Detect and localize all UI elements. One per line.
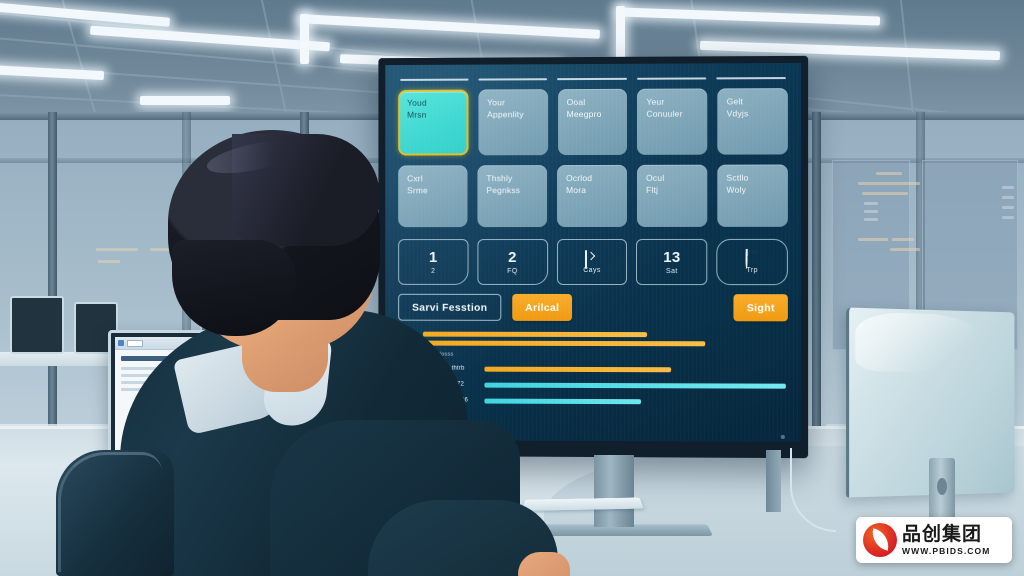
chart-row-track [484,398,785,404]
far-wall-text [892,238,914,241]
far-wall-text [858,238,888,241]
tile-label-line2: Conuuler [646,108,683,119]
brand-url: WWW.PBIDS.COM [902,545,991,556]
left-monitor [10,296,64,354]
dashboard-tile[interactable]: Yeur Conuuler [637,88,708,155]
dashboard-tile[interactable]: Ooal Meegpro [557,88,628,156]
far-wall-text [98,260,120,263]
frame-check-icon [585,249,598,269]
far-wall-text [862,192,908,195]
tile-label-line1: Sctllo [726,172,749,183]
far-wall-text [864,210,878,213]
tile-label-line2: Vdyjs [726,107,749,118]
tile-label-line1: Gelt [726,96,744,107]
secondary-action-button[interactable]: Sight [733,294,788,322]
ceiling-light [616,6,625,60]
chart-row-track [484,366,785,372]
window-mullion [812,112,821,442]
tile-label-line1: Yeur [646,96,665,107]
imac-stand-cutout [937,478,947,495]
tile-label-line1: Your [487,97,506,108]
tile-label-line2: Appenlity [487,108,524,119]
tile-label-line1: Ocrlod [566,172,593,184]
stat-label: Sat [666,267,678,275]
office-scene: Youd Mrsn Your Appenlity Ooal Meegpro Ye… [0,0,1024,576]
header-divider [478,78,548,81]
far-wall-text [890,248,920,251]
monitor-stand-neck [594,455,634,527]
chart-row-track [484,382,786,389]
tile-label-line1: Ocul [646,172,665,183]
tile-label-line1: Thshly [486,173,513,184]
stat-value: 2 [508,248,517,266]
tile-label-line2: Woly [726,184,747,195]
far-wall-text [864,218,878,221]
window-mullion [48,112,57,442]
far-wall-text [1002,206,1014,209]
dashboard-tile[interactable]: Your Appenlity [478,89,548,156]
stat-label: Trp [746,266,758,274]
hand [518,552,570,576]
stat-value: 13 [663,248,681,266]
primary-action-button[interactable]: Arilcal [512,293,573,321]
tile-label-line1: Ooal [566,97,586,108]
header-divider [636,77,707,80]
far-wall-text [1002,216,1014,219]
ceiling-light [140,96,230,105]
power-led-indicator [780,434,785,439]
far-wall-text [1002,186,1014,189]
left-desk [0,352,120,366]
stat-card[interactable]: Trp [716,238,788,286]
far-wall-text [876,172,902,175]
header-divider [557,77,627,81]
stat-label: FQ [507,267,518,275]
imac-highlight [855,311,980,373]
far-wall-text [864,202,878,205]
dashboard-tile[interactable]: Thshly Pegnkss [477,165,548,228]
far-wall-text [1002,196,1014,199]
chair-seam [58,452,162,572]
power-icon [745,249,759,269]
chart-caption: Precevlosss [421,352,786,359]
stat-card[interactable]: Cays [556,238,628,286]
chart-row-bar [484,398,641,404]
chart-row-bar [484,366,671,372]
leaf-logo-icon [863,523,897,557]
watermark-text: 品创集团 WWW.PBIDS.COM [902,522,991,556]
dashboard-tile[interactable]: Gelt Vdyjs [717,88,788,155]
chart-row-bar [484,382,786,389]
dashboard-tile[interactable]: Sctllo Woly [717,164,788,227]
stat-card[interactable]: 2 FQ [477,239,548,285]
tile-label-line1: Youd [407,97,427,108]
brand-name: 品创集团 [902,522,983,545]
dashboard-tile[interactable]: Ocul Fltj [637,164,708,227]
stat-card[interactable]: 13 Sat [636,238,708,286]
stat-label: Cays [583,266,601,274]
watermark: 品创集团 WWW.PBIDS.COM [856,517,1012,563]
dashboard-tile[interactable]: Ocrlod Mora [557,164,628,228]
header-divider [716,77,786,80]
tile-label-line2: Meegpro [566,108,602,119]
ceiling-light [300,14,309,64]
summary-bars [422,331,786,351]
far-wall-text [858,182,920,185]
tile-label-line2: Pegnkss [486,184,521,195]
tile-label-line2: Mrsn [407,109,427,120]
tile-label-line2: Mora [566,184,587,195]
monitor-support-post [766,450,781,512]
header-divider [400,78,469,81]
tile-label-line2: Fltj [646,184,659,195]
